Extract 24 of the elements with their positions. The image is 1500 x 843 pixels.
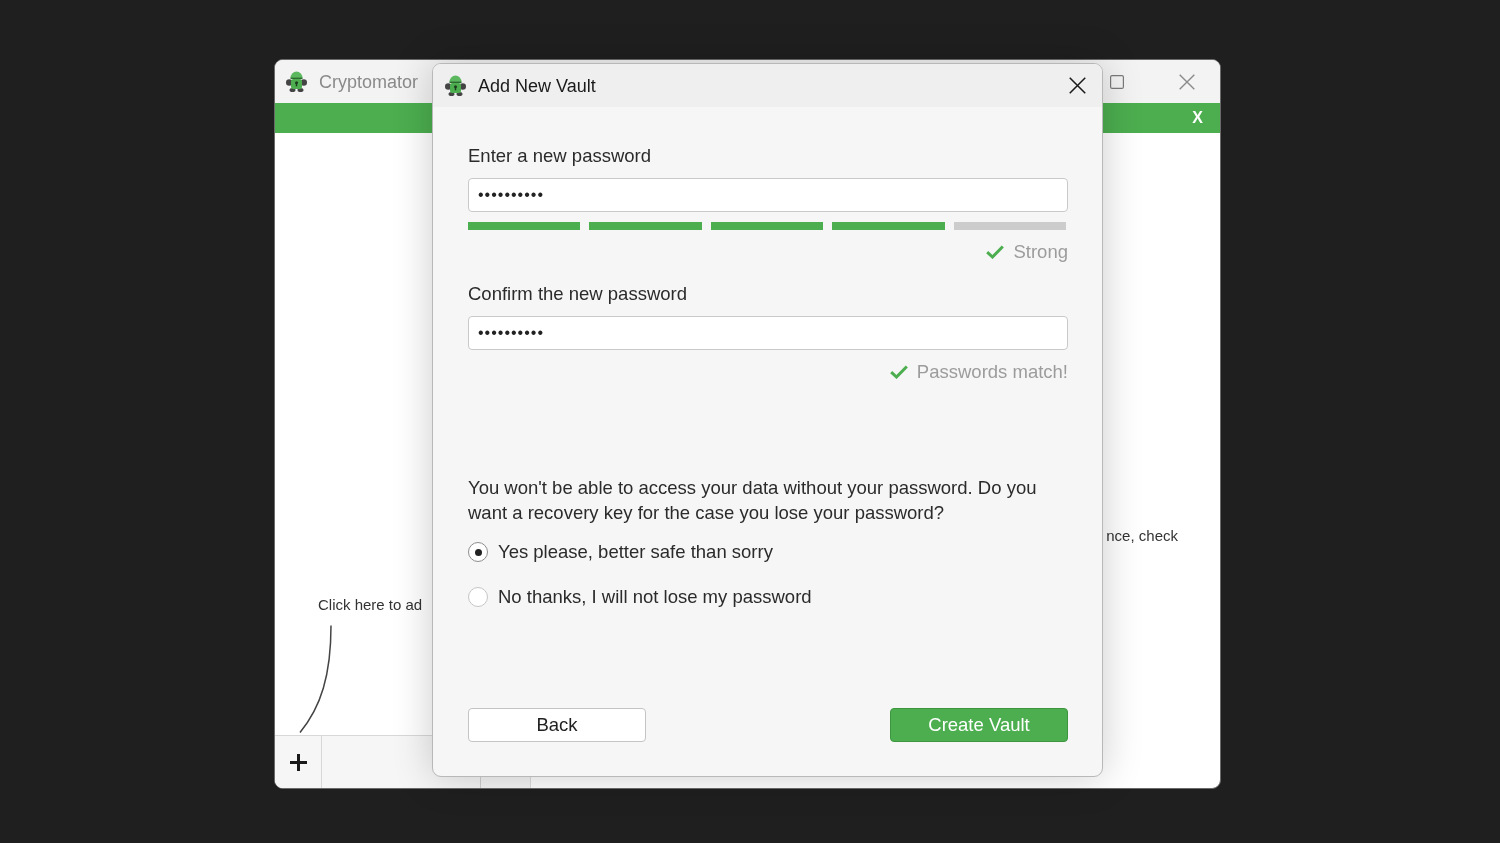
close-icon[interactable] — [1069, 77, 1086, 94]
welcome-text: nce, check — [1106, 526, 1178, 546]
radio-label: Yes please, better safe than sorry — [498, 540, 773, 564]
add-button[interactable] — [275, 736, 322, 788]
window-title: Cryptomator — [319, 70, 419, 93]
match-message: Passwords match! — [916, 361, 1068, 383]
check-icon — [889, 365, 908, 379]
dialog-title: Add New Vault — [478, 74, 596, 97]
field-label: Confirm the new password — [468, 282, 687, 306]
add-vault-hint: Click here to ad — [318, 595, 423, 615]
plus-icon — [289, 753, 307, 771]
logo-icon — [445, 75, 466, 96]
logo-icon — [286, 71, 307, 92]
password-field[interactable]: •••••••••• — [468, 178, 1068, 212]
recovery-question: You won't be able to access your data without your password. Do you want a recovery key for the case you lose your password? — [468, 476, 1038, 525]
radio-button[interactable] — [468, 542, 488, 562]
strength-label: Strong — [1013, 241, 1068, 263]
radio-button[interactable] — [468, 587, 488, 607]
check-icon — [986, 245, 1005, 259]
maximize-icon[interactable] — [1110, 74, 1124, 89]
radio-label: No thanks, I will not lose my password — [498, 585, 812, 609]
field-label: Enter a new password — [468, 144, 652, 168]
back-button[interactable]: Back — [468, 708, 646, 742]
password-field[interactable]: •••••••••• — [468, 316, 1068, 350]
